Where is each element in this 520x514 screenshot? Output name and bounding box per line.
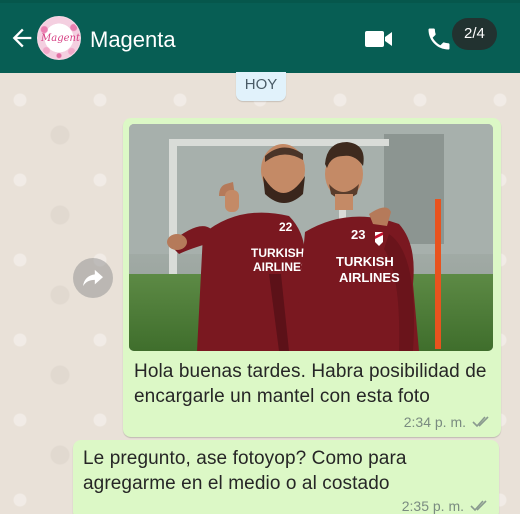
contact-avatar[interactable]: Magenta [37, 16, 81, 60]
sponsor-text-right-1: TURKISH [336, 254, 394, 269]
outgoing-text-message[interactable]: Le pregunto, ase fotoyop? Como para agre… [73, 440, 499, 514]
voice-call-button[interactable] [425, 25, 453, 53]
media-counter-badge: 2/4 [452, 18, 497, 50]
message-time: 2:34 p. m. [403, 414, 466, 430]
forward-button[interactable] [73, 258, 113, 298]
sponsor-text-left-1: TURKISH [251, 246, 304, 260]
sponsor-text-right-2: AIRLINES [339, 270, 400, 285]
message-text: Le pregunto, ase fotoyop? Como para agre… [83, 448, 407, 494]
double-check-icon [472, 416, 489, 428]
double-check-icon [470, 500, 487, 512]
message-caption: Hola buenas tardes. Habra posibilidad de… [134, 361, 487, 407]
contact-name[interactable]: Magenta [90, 27, 176, 53]
message-meta: 2:34 p. m. [404, 414, 492, 430]
football-players-photo: 22 TURKISH AIRLINES 23 TURKISH AIRLINES [129, 124, 493, 351]
arrow-left-icon [12, 28, 32, 48]
message-time: 2:35 p. m. [401, 498, 464, 514]
shirt-number-right: 23 [351, 227, 365, 242]
message-meta: 2:35 p. m. [402, 498, 490, 514]
phone-icon [428, 28, 450, 50]
chat-header: Magenta Magenta 2/4 [0, 3, 520, 73]
date-separator: HOY [236, 72, 286, 101]
avatar-logo-text: Magenta [41, 33, 80, 44]
back-button[interactable] [8, 24, 36, 52]
video-call-button[interactable] [364, 28, 394, 50]
shirt-number-left: 22 [279, 220, 293, 234]
message-photo[interactable]: 22 TURKISH AIRLINES 23 TURKISH AIRLINES [129, 124, 493, 351]
forward-arrow-icon [83, 269, 103, 287]
outgoing-image-message[interactable]: 22 TURKISH AIRLINES 23 TURKISH AIRLINES … [123, 118, 501, 437]
video-camera-icon [365, 31, 392, 47]
sponsor-text-left-2: AIRLINES [253, 260, 309, 274]
